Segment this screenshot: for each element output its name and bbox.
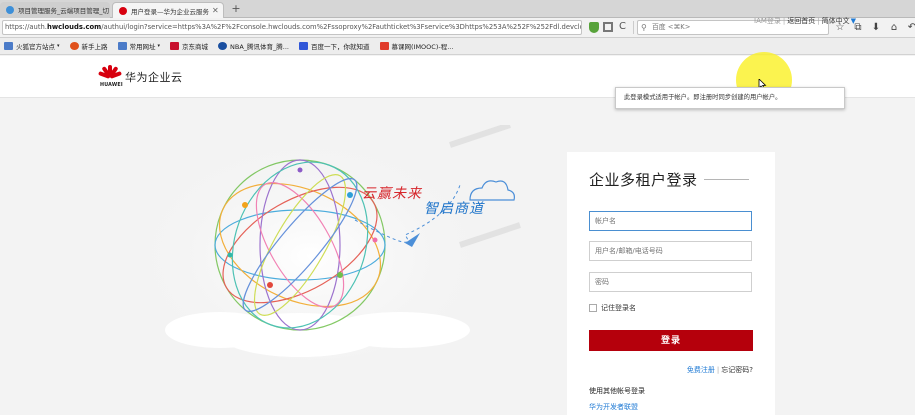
logo-wordmark: HUAWEI — [100, 83, 123, 88]
bookmarks-bar: 火狐官方站点 ▾ 新手上路 常用网址 ▾ 京东商城 NBA_腾讯体育_腾... 百度… — [0, 38, 915, 55]
tab-title: 用户登录—华为企业云服务 — [131, 7, 209, 16]
security-shield-icon[interactable] — [589, 22, 599, 33]
remember-checkbox[interactable] — [589, 304, 597, 312]
close-tab-icon[interactable]: ✕ — [109, 6, 110, 15]
bookmark-label: 火狐官方站点 — [16, 43, 55, 51]
url-prefix: https://auth. — [5, 23, 47, 31]
home-icon[interactable]: ⌂ — [888, 21, 900, 34]
tencent-sports-icon — [218, 42, 228, 50]
home-link[interactable]: 返回首页 — [787, 16, 815, 26]
globe-icon — [6, 6, 14, 14]
bookmark-label: 慕课网(IMOOC)-程... — [391, 43, 454, 51]
bookmark-imooc[interactable]: 慕课网(IMOOC)-程... — [379, 41, 454, 51]
bookmark-jd[interactable]: 京东商城 — [170, 41, 208, 51]
bookmark-label: 常用网址 — [129, 43, 156, 51]
caret-down-icon[interactable]: ▼ — [851, 17, 856, 25]
baidu-icon — [299, 42, 308, 50]
toolbar-divider — [633, 21, 634, 34]
header-links: IAM登录 | 返回首页 | 简体中文 ▼ — [754, 16, 856, 26]
bookmark-common-sites[interactable]: 常用网址 ▾ — [117, 41, 161, 51]
login-card: 企业多租户登录 记住登录名 登录 免费注册|忘记密码? 使用其他帐号登录 华为开… — [567, 152, 775, 415]
account-links: 免费注册 | 忘记密码? — [567, 365, 753, 375]
firefox-icon — [69, 42, 79, 50]
account-name-input[interactable] — [589, 211, 752, 231]
username-input[interactable] — [589, 241, 752, 261]
bookmark-label: 新手上路 — [81, 43, 108, 51]
bookmark-label: NBA_腾讯体育_腾... — [230, 43, 289, 51]
login-title: 企业多租户登录 — [589, 171, 698, 189]
tab-title: 项目管理服务_云端项目管理_切 — [18, 7, 109, 15]
language-selector[interactable]: 简体中文 — [822, 16, 850, 26]
link-separator: | — [716, 366, 720, 374]
download-icon[interactable]: ⬇ — [870, 21, 882, 34]
iam-login-link[interactable]: IAM登录 — [754, 16, 781, 26]
register-link[interactable]: 免费注册 — [687, 366, 715, 374]
login-mode-tooltip: 此登录模式适用于帐户。即注册时同步创建的用户帐户。 — [615, 87, 845, 109]
brand-name[interactable]: 华为企业云 — [125, 69, 183, 85]
link-separator: | — [817, 17, 820, 25]
slogan-cloud-wins-future: 云赢未来 — [362, 186, 422, 202]
browser-tab-huawei-login[interactable]: 用户登录—华为企业云服务 ✕ — [112, 2, 224, 18]
login-button[interactable]: 登录 — [589, 330, 753, 351]
imooc-icon — [379, 42, 389, 50]
chevron-down-icon: ▾ — [157, 43, 161, 49]
slogan-smart-business: 智启商道 — [424, 201, 484, 217]
address-bar[interactable]: https://auth.hwclouds.com/authui/login?s… — [2, 20, 582, 35]
huawei-favicon-icon — [119, 6, 127, 15]
cloud-globe-illustration — [150, 125, 521, 360]
bookmark-label: 百度一下，你就知道 — [311, 43, 370, 51]
bookmark-getting-started[interactable]: 新手上路 — [69, 41, 108, 51]
chevron-down-icon: ▾ — [57, 43, 60, 49]
huawei-logo-icon[interactable] — [98, 65, 122, 79]
close-tab-icon[interactable]: ✕ — [209, 6, 219, 15]
other-accounts-heading: 使用其他帐号登录 — [589, 387, 645, 395]
remember-label: 记住登录名 — [601, 304, 636, 312]
search-icon: ⚲ — [641, 23, 647, 32]
folder-icon — [4, 42, 13, 50]
browser-tab-project-management[interactable]: 项目管理服务_云端项目管理_切 ✕ — [0, 2, 110, 18]
bookmark-label: 京东商城 — [182, 43, 209, 51]
url-rest: /authui/login?service=https%3A%2F%2Fcons… — [101, 23, 581, 31]
title-divider — [704, 179, 749, 180]
forgot-password-link[interactable]: 忘记密码? — [721, 366, 753, 374]
folder-icon — [117, 42, 127, 50]
bookmark-baidu[interactable]: 百度一下，你就知道 — [299, 41, 370, 51]
new-tab-button[interactable]: + — [229, 2, 243, 16]
bookmark-nba[interactable]: NBA_腾讯体育_腾... — [218, 41, 289, 51]
qr-code-icon[interactable] — [603, 22, 613, 32]
reload-button[interactable]: C — [619, 21, 626, 33]
remember-login[interactable]: 记住登录名 — [589, 303, 636, 313]
bookmark-firefox-site[interactable]: 火狐官方站点 ▾ — [4, 41, 60, 51]
search-placeholder: 百度 <⌘K> — [652, 23, 691, 31]
url-domain: hwclouds.com — [46, 23, 102, 31]
jd-icon — [170, 42, 180, 50]
huawei-developer-link[interactable]: 华为开发者联盟 — [589, 402, 638, 412]
back-icon[interactable]: ↶ — [906, 21, 915, 34]
link-separator: | — [782, 17, 786, 25]
password-input[interactable] — [589, 272, 752, 292]
